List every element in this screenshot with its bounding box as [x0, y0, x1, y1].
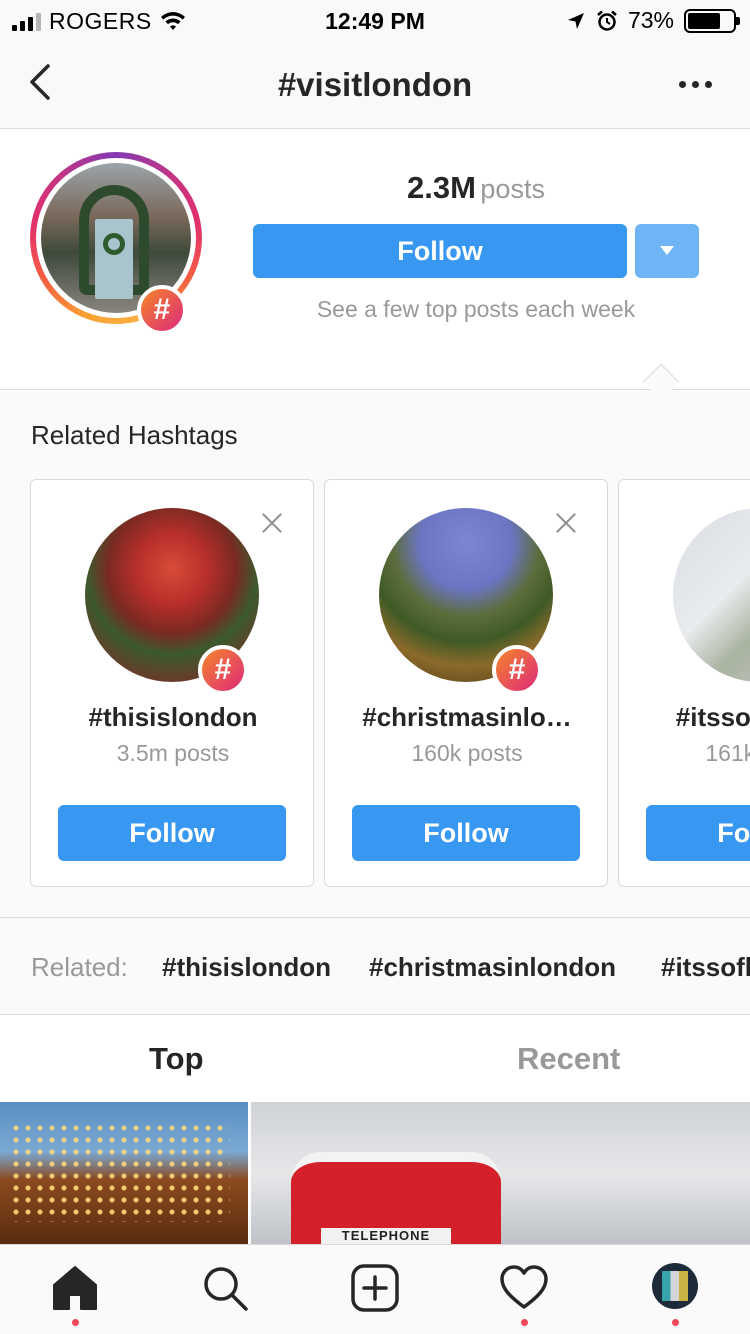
hashtag-header: # 2.3M posts Follow See a few top posts … [0, 130, 750, 401]
alarm-clock-icon [597, 10, 617, 31]
more-options-button[interactable] [670, 70, 720, 98]
related-label: Related: [31, 952, 128, 982]
related-hashtag-card[interactable]: # #thisislondon 3.5m posts Follow [30, 479, 314, 887]
related-hashtags-section: Related Hashtags # #thisislondon 3.5m po… [0, 390, 750, 918]
posts-count-line: 2.3M posts [253, 170, 699, 206]
card-posts-count: 3.5m posts [116, 740, 230, 766]
close-icon[interactable] [261, 512, 283, 534]
tab-recent[interactable]: Recent [517, 1041, 620, 1077]
location-arrow-icon [567, 12, 584, 29]
card-hashtag-name[interactable]: #itssoflondon [619, 702, 750, 733]
notification-dot [672, 1319, 679, 1326]
phonebox-sign: TELEPHONE [321, 1228, 451, 1244]
posts-tabs: Top Recent [0, 1015, 750, 1102]
profile-avatar [652, 1263, 698, 1309]
search-icon [204, 1267, 248, 1311]
related-tags-strip: Related: #thisislondon #christmasinlondo… [0, 918, 750, 1015]
related-tag-link[interactable]: #thisislondon [162, 952, 331, 983]
card-follow-button[interactable]: Follow [646, 805, 750, 861]
grid-post[interactable]: TELEPHONE [251, 1102, 750, 1244]
status-right: 73% [566, 7, 740, 34]
hashtag-card-image [673, 508, 750, 682]
card-posts-count: 161k posts [705, 740, 750, 766]
hashtag-icon: # [198, 645, 248, 695]
grid-post[interactable] [0, 1102, 248, 1244]
follow-button[interactable]: Follow [253, 224, 627, 278]
status-bar: ROGERS 12:49 PM 73% [0, 0, 750, 40]
battery-level [688, 12, 721, 29]
nav-bar: #visitlondon [0, 40, 750, 129]
add-post-icon [351, 1264, 399, 1312]
related-tag-link[interactable]: #itssoflondon [661, 952, 750, 983]
more-horizontal-icon [678, 80, 686, 88]
related-hashtags-title: Related Hashtags [31, 420, 238, 450]
notification-dot [521, 1319, 528, 1326]
card-hashtag-name[interactable]: #thisislondon [31, 702, 315, 733]
posts-count: 2.3M [407, 170, 476, 205]
follow-dropdown-button[interactable] [635, 224, 699, 278]
card-hashtag-name[interactable]: #christmasinlo… [325, 702, 609, 733]
card-posts-count: 160k posts [411, 740, 523, 766]
close-icon[interactable] [555, 512, 577, 534]
page-title: #visitlondon [277, 66, 473, 103]
search-tab[interactable] [200, 1263, 250, 1313]
follow-note: See a few top posts each week [316, 296, 636, 322]
activity-tab[interactable] [499, 1263, 549, 1313]
notification-dot [72, 1319, 79, 1326]
activity-heart-icon [500, 1265, 548, 1309]
tab-top[interactable]: Top [149, 1041, 204, 1077]
related-hashtag-card[interactable]: # #christmasinlo… 160k posts Follow [324, 479, 608, 887]
home-icon [53, 1266, 97, 1310]
card-follow-button[interactable]: Follow [58, 805, 286, 861]
profile-tab[interactable] [652, 1263, 702, 1313]
posts-label: posts [480, 174, 545, 204]
related-tag-link[interactable]: #christmasinlondon [369, 952, 616, 983]
card-follow-button[interactable]: Follow [352, 805, 580, 861]
hashtag-icon: # [492, 645, 542, 695]
battery-percentage: 73% [627, 7, 674, 33]
posts-grid: TELEPHONE [0, 1102, 750, 1244]
bottom-tab-bar [0, 1244, 750, 1334]
home-tab[interactable] [50, 1263, 100, 1313]
hashtag-icon: # [137, 285, 187, 335]
new-post-tab[interactable] [350, 1263, 400, 1313]
battery-icon [684, 8, 740, 33]
related-hashtag-card[interactable]: #itssoflondon 161k posts Follow [618, 479, 750, 887]
